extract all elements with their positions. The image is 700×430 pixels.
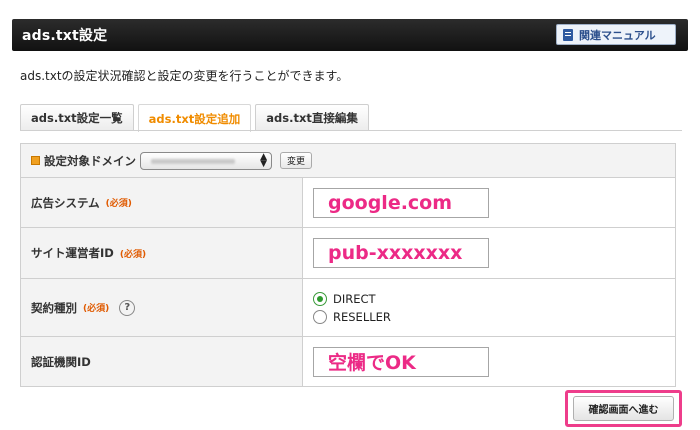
cert-id-label: 認証機関ID (31, 354, 91, 369)
help-icon[interactable]: ? (119, 299, 136, 316)
required-badge: (必須) (119, 249, 147, 260)
radio-reseller-label: RESELLER (333, 309, 391, 324)
domain-row: 設定対象ドメイン ▲ ▼ 変更 (21, 144, 675, 178)
contract-type-row: 契約種別 (必須) ? DIRECT RESELLER (21, 279, 675, 337)
radio-direct[interactable] (313, 291, 327, 306)
cert-id-label-cell: 認証機関ID (21, 337, 303, 386)
required-badge: (必須) (105, 199, 132, 209)
publisher-id-input[interactable]: pub-xxxxxxx (313, 238, 489, 268)
tab-settings-add[interactable]: ads.txt設定追加 (137, 104, 252, 132)
publisher-id-value-cell: pub-xxxxxxx (303, 228, 675, 278)
contract-type-label-cell: 契約種別 (必須) ? (21, 279, 303, 336)
publisher-id-row: サイト運営者ID (必須) pub-xxxxxxx (21, 228, 675, 279)
select-arrows-icon: ▲ ▼ (260, 151, 267, 169)
contract-type-value-cell: DIRECT RESELLER (303, 279, 675, 336)
page-description: ads.txtの設定状況確認と設定の変更を行うことができます。 (20, 69, 349, 83)
tabs-divider (20, 130, 682, 131)
radio-reseller[interactable] (313, 309, 327, 324)
contract-type-label: 契約種別 (31, 300, 77, 315)
ad-system-label-cell: 広告システム (必須) (21, 178, 303, 227)
ad-system-input[interactable]: google.com (313, 187, 489, 218)
ad-system-row: 広告システム (必須) google.com (21, 178, 675, 228)
change-domain-button[interactable]: 変更 (280, 152, 313, 169)
header-bar: ads.txt設定 関連マニュアル (12, 19, 688, 51)
book-icon (563, 28, 573, 41)
related-manual-label: 関連マニュアル (579, 28, 656, 42)
radio-option-direct[interactable]: DIRECT (313, 290, 391, 308)
tab-settings-list[interactable]: ads.txt設定一覧 (20, 104, 134, 131)
publisher-id-label: サイト運営者ID (31, 246, 114, 260)
cert-id-value-cell: 空欄でOK (303, 337, 675, 386)
ad-system-value-cell: google.com (303, 178, 675, 227)
radio-direct-label: DIRECT (333, 291, 376, 306)
radio-option-reseller[interactable]: RESELLER (313, 308, 391, 326)
settings-form: 設定対象ドメイン ▲ ▼ 変更 広告システム (必須) google.com サイ… (20, 143, 676, 387)
domain-select[interactable]: ▲ ▼ (140, 151, 272, 170)
required-badge: (必須) (83, 304, 110, 314)
page-title: ads.txt設定 (22, 28, 108, 44)
ad-system-label: 広告システム (31, 195, 100, 210)
confirm-button[interactable]: 確認画面へ進む (573, 396, 674, 421)
cert-id-input[interactable]: 空欄でOK (313, 346, 489, 377)
cert-id-row: 認証機関ID 空欄でOK (21, 337, 675, 386)
tab-bar: ads.txt設定一覧 ads.txt設定追加 ads.txt直接編集 (20, 104, 373, 132)
domain-select-blurred-value (151, 158, 235, 164)
domain-square-icon (31, 156, 40, 165)
publisher-id-label-cell: サイト運営者ID (必須) (21, 228, 303, 278)
contract-type-radio-group: DIRECT RESELLER (313, 290, 391, 326)
confirm-button-highlight: 確認画面へ進む (565, 390, 682, 427)
related-manual-button[interactable]: 関連マニュアル (556, 24, 676, 45)
tab-direct-edit[interactable]: ads.txt直接編集 (255, 104, 369, 131)
domain-label: 設定対象ドメイン (44, 153, 136, 168)
